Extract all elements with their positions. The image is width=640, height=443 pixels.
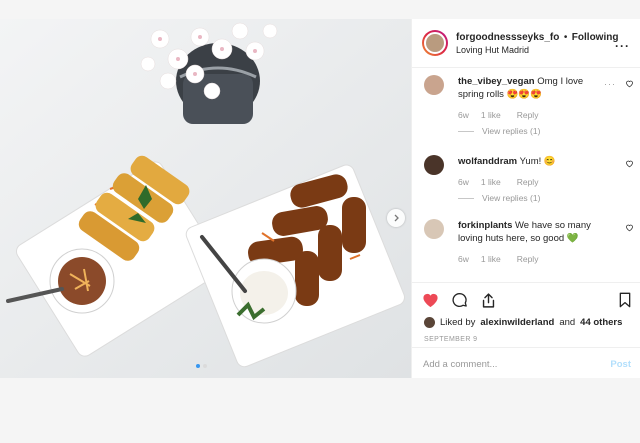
comment-username[interactable]: wolfanddram	[458, 156, 517, 167]
post-date[interactable]: SEPTEMBER 9	[424, 336, 477, 343]
comment-avatar[interactable]	[424, 219, 444, 239]
comment-meta: 6w 1 like Reply	[458, 254, 538, 264]
comment-item: forkinplants We have so many loving huts…	[424, 215, 634, 279]
comment-meta: 6w 1 like Reply	[458, 110, 538, 120]
heart-outline-icon[interactable]	[625, 159, 634, 168]
comment-username[interactable]: the_vibey_vegan	[458, 76, 535, 87]
view-replies-button[interactable]: View replies (1)	[458, 193, 540, 203]
likes-others-link[interactable]: 44 others	[580, 317, 622, 328]
following-button[interactable]: Following	[572, 32, 619, 43]
comment-text: Yum! 😊	[519, 156, 556, 167]
comment-avatar[interactable]	[424, 75, 444, 95]
author-username[interactable]: forgoodnessseyks_fo	[456, 32, 559, 43]
view-replies-button[interactable]: View replies (1)	[458, 126, 540, 136]
carousel-dot	[203, 364, 207, 368]
bookmark-icon[interactable]	[618, 292, 632, 308]
liker-username[interactable]: alexinwilderland	[480, 317, 554, 328]
add-comment-bar: Post	[412, 347, 640, 378]
comment-meta: 6w 1 like Reply	[458, 177, 538, 187]
likes-summary: Liked by alexinwilderland and 44 others	[424, 317, 622, 328]
header-separator: •	[563, 32, 568, 43]
comment-options-button[interactable]: ···	[604, 79, 616, 89]
comment-likes[interactable]: 1 like	[481, 254, 501, 264]
share-icon[interactable]	[480, 292, 497, 309]
comment-item: the_vibey_vegan Omg I love spring rolls …	[424, 71, 634, 151]
heart-outline-icon[interactable]	[625, 79, 634, 88]
reply-button[interactable]: Reply	[517, 177, 539, 187]
liker-avatar	[424, 317, 435, 328]
more-options-button[interactable]: ···	[615, 39, 630, 53]
comment-bubble-icon[interactable]	[451, 292, 468, 308]
post-comment-button[interactable]: Post	[610, 359, 631, 370]
comment-age: 6w	[458, 254, 469, 264]
food-photo-illustration	[0, 19, 411, 378]
post-header: forgoodnessseyks_fo • Following Loving H…	[412, 19, 640, 68]
more-horizontal-icon: ···	[604, 79, 616, 89]
comments-list: the_vibey_vegan Omg I love spring rolls …	[412, 71, 640, 282]
comment-avatar[interactable]	[424, 155, 444, 175]
post-container: forgoodnessseyks_fo • Following Loving H…	[0, 19, 640, 378]
comment-age: 6w	[458, 110, 469, 120]
comment-input[interactable]	[423, 355, 593, 373]
comment-age: 6w	[458, 177, 469, 187]
more-horizontal-icon: ···	[615, 39, 630, 53]
comment-likes[interactable]: 1 like	[481, 110, 501, 120]
post-photo[interactable]	[0, 19, 411, 378]
comment-likes[interactable]: 1 like	[481, 177, 501, 187]
carousel-next-button[interactable]	[387, 209, 405, 227]
carousel-dot-active	[196, 364, 200, 368]
post-location[interactable]: Loving Hut Madrid	[456, 44, 618, 57]
author-avatar[interactable]	[422, 30, 448, 56]
heart-outline-icon[interactable]	[625, 223, 634, 232]
comment-item: wolfanddram Yum! 😊 6w 1 like Reply View …	[424, 151, 634, 215]
reply-button[interactable]: Reply	[517, 254, 539, 264]
heart-filled-icon[interactable]	[422, 292, 439, 308]
comment-username[interactable]: forkinplants	[458, 220, 512, 231]
chevron-right-icon	[394, 214, 399, 222]
post-side-panel: forgoodnessseyks_fo • Following Loving H…	[411, 19, 640, 378]
action-icons	[422, 292, 632, 312]
carousel-indicator	[196, 364, 207, 368]
post-actions: Liked by alexinwilderland and 44 others …	[412, 282, 640, 354]
reply-button[interactable]: Reply	[517, 110, 539, 120]
